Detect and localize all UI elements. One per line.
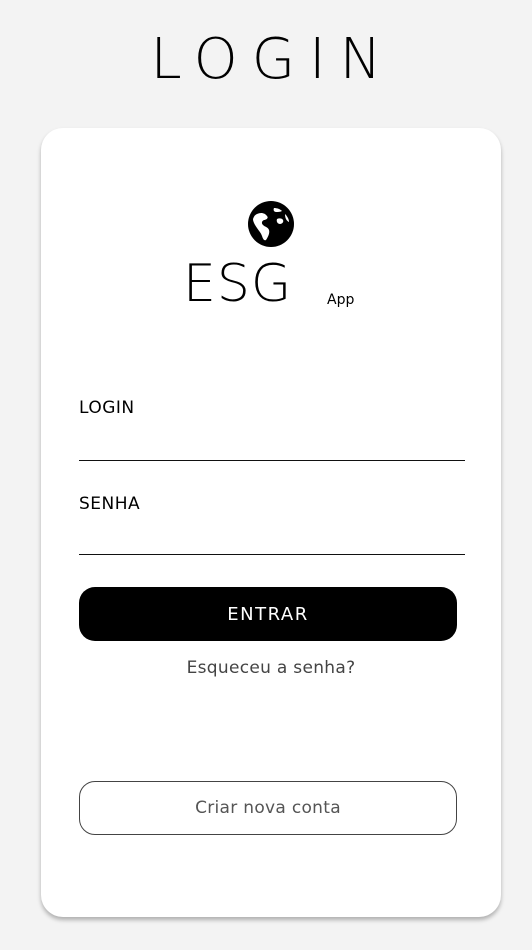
forgot-password-link[interactable]: Esqueceu a senha? bbox=[41, 658, 501, 678]
login-input[interactable] bbox=[79, 420, 465, 461]
globe-icon bbox=[248, 201, 294, 247]
enter-button[interactable]: ENTRAR bbox=[79, 587, 457, 641]
brand-suffix: App bbox=[327, 292, 355, 308]
create-account-button[interactable]: Criar nova conta bbox=[79, 781, 457, 835]
logo bbox=[41, 200, 501, 248]
password-input[interactable] bbox=[79, 516, 465, 555]
login-label: LOGIN bbox=[79, 398, 135, 418]
password-label: SENHA bbox=[79, 494, 141, 514]
login-card: ESG App LOGIN SENHA ENTRAR Esqueceu a se… bbox=[41, 128, 501, 917]
page-title: LOGIN bbox=[150, 27, 396, 92]
brand-name: ESG bbox=[183, 254, 293, 314]
